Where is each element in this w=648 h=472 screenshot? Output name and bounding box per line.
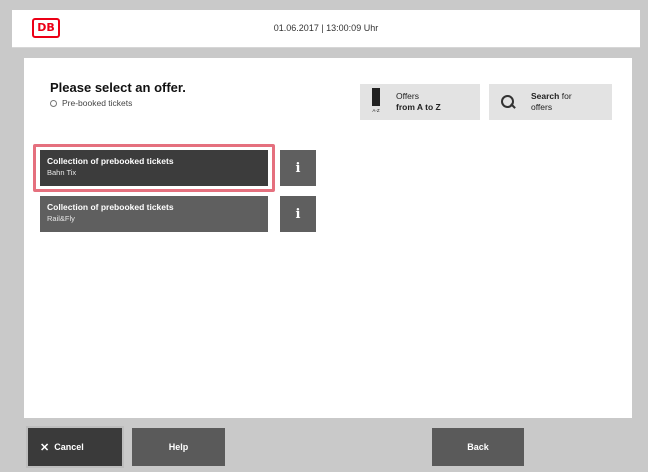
info-icon[interactable]: i (280, 150, 316, 186)
datetime: 01.06.2017 | 13:00:09 Uhr (273, 23, 379, 33)
subtitle-row: Pre-booked tickets (50, 98, 132, 108)
close-icon: ✕ (40, 441, 50, 454)
offer-title: Collection of prebooked tickets (47, 202, 174, 212)
page-title: Please select an offer. (50, 80, 186, 95)
offers-a-to-z-label: Offers from A to Z (396, 91, 441, 112)
radio-icon (50, 99, 57, 107)
back-button[interactable]: Back (432, 428, 524, 466)
header-bar: DB 01.06.2017 | 13:00:09 Uhr (12, 10, 640, 48)
help-button[interactable]: Help (132, 428, 225, 466)
cancel-button[interactable]: ✕ Cancel (28, 428, 122, 466)
main-panel: Please select an offer. Pre-booked ticke… (24, 58, 632, 418)
search-offers-label: Search for offers (531, 91, 572, 112)
search-icon (501, 95, 515, 109)
info-icon[interactable]: i (280, 196, 316, 232)
offer-subtitle: Rail&Fly (47, 214, 75, 223)
offer-item-rail-fly[interactable]: Collection of prebooked tickets Rail&Fly (40, 196, 268, 232)
cancel-label: Cancel (54, 442, 84, 452)
selection-highlight (33, 144, 275, 192)
offers-a-to-z-button[interactable]: A-Z Offers from A to Z (360, 84, 480, 120)
ticket-machine-icon: A-Z (370, 88, 382, 116)
search-offers-button[interactable]: Search for offers (489, 84, 612, 120)
subtitle-text: Pre-booked tickets (62, 98, 133, 108)
